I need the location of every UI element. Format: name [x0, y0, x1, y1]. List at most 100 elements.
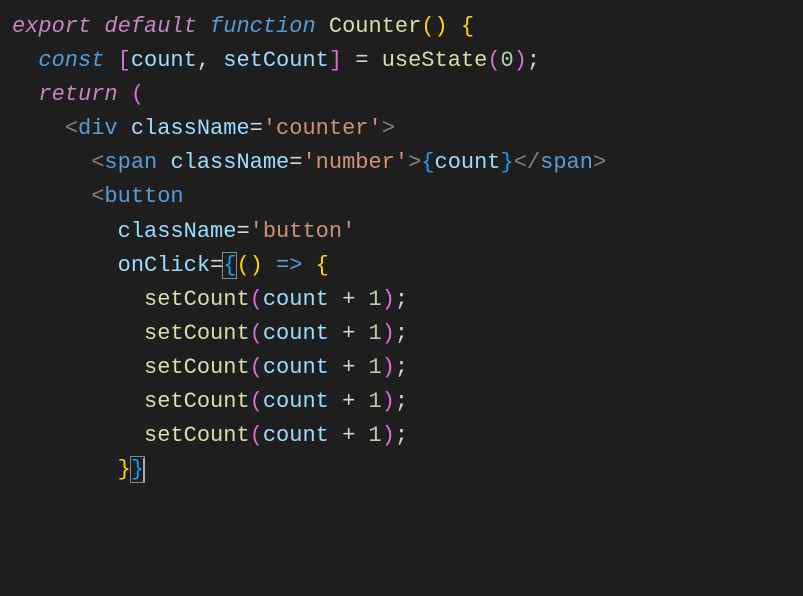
- function-call: setCount: [144, 389, 250, 414]
- code-line: className='button': [12, 215, 791, 249]
- arrow: =>: [276, 253, 302, 278]
- jsx-tag: span: [540, 150, 593, 175]
- number-literal: 1: [368, 321, 381, 346]
- code-line: return (: [12, 78, 791, 112]
- tag-close: >: [382, 116, 395, 141]
- comma: ,: [197, 48, 210, 73]
- paren: (: [250, 355, 263, 380]
- tag-close: >: [593, 150, 606, 175]
- keyword-return: return: [38, 82, 117, 107]
- jsx-tag: span: [104, 150, 157, 175]
- variable: count: [435, 150, 501, 175]
- paren: ): [382, 355, 395, 380]
- number-literal: 1: [368, 287, 381, 312]
- brace: {: [461, 14, 474, 39]
- semicolon: ;: [395, 389, 408, 414]
- operator: +: [342, 389, 355, 414]
- code-line: onClick={() => {: [12, 249, 791, 283]
- operator: +: [342, 423, 355, 448]
- semicolon: ;: [395, 355, 408, 380]
- semicolon: ;: [395, 321, 408, 346]
- number-literal: 0: [501, 48, 514, 73]
- paren: ): [382, 321, 395, 346]
- number-literal: 1: [368, 355, 381, 380]
- code-line: setCount(count + 1);: [12, 385, 791, 419]
- keyword-export: export: [12, 14, 91, 39]
- operator: +: [342, 321, 355, 346]
- code-line: setCount(count + 1);: [12, 283, 791, 317]
- paren: ): [382, 423, 395, 448]
- jsx-expr-open: {: [421, 150, 434, 175]
- semicolon: ;: [395, 423, 408, 448]
- number-literal: 1: [368, 423, 381, 448]
- tag-open: <: [65, 116, 78, 141]
- bracket: [: [118, 48, 131, 73]
- paren: (: [236, 253, 249, 278]
- variable: count: [263, 287, 329, 312]
- variable: count: [263, 389, 329, 414]
- number-literal: 1: [368, 389, 381, 414]
- variable: count: [131, 48, 197, 73]
- string-literal: 'number': [302, 150, 408, 175]
- equals: =: [236, 219, 249, 244]
- paren: (: [250, 287, 263, 312]
- paren: (: [131, 82, 144, 107]
- variable: count: [263, 355, 329, 380]
- paren: (: [487, 48, 500, 73]
- paren: (: [250, 389, 263, 414]
- function-call: setCount: [144, 287, 250, 312]
- brace: {: [316, 253, 329, 278]
- function-call: useState: [382, 48, 488, 73]
- paren: (: [250, 423, 263, 448]
- code-line: setCount(count + 1);: [12, 317, 791, 351]
- operator: +: [342, 287, 355, 312]
- equals: =: [289, 150, 302, 175]
- function-call: setCount: [144, 355, 250, 380]
- code-line: <span className='number'>{count}</span>: [12, 146, 791, 180]
- code-line: <button: [12, 180, 791, 214]
- jsx-tag: div: [78, 116, 118, 141]
- tag-open: </: [514, 150, 540, 175]
- code-line: <div className='counter'>: [12, 112, 791, 146]
- tag-open: <: [91, 184, 104, 209]
- variable: count: [263, 423, 329, 448]
- code-line: setCount(count + 1);: [12, 351, 791, 385]
- keyword-function: function: [210, 14, 316, 39]
- keyword-const: const: [38, 48, 104, 73]
- jsx-attr: className: [118, 219, 237, 244]
- paren: (: [250, 321, 263, 346]
- jsx-expr-close: }: [501, 150, 514, 175]
- variable: count: [263, 321, 329, 346]
- brace: }: [118, 457, 131, 482]
- code-line: const [count, setCount] = useState(0);: [12, 44, 791, 78]
- code-line: setCount(count + 1);: [12, 419, 791, 453]
- keyword-default: default: [104, 14, 196, 39]
- tag-open: <: [91, 150, 104, 175]
- code-editor[interactable]: export default function Counter() { cons…: [12, 10, 791, 487]
- paren: ): [435, 14, 448, 39]
- function-name: Counter: [329, 14, 421, 39]
- function-call: setCount: [144, 423, 250, 448]
- semicolon: ;: [395, 287, 408, 312]
- jsx-tag: button: [104, 184, 183, 209]
- semicolon: ;: [527, 48, 540, 73]
- function-call: setCount: [144, 321, 250, 346]
- paren: ): [382, 287, 395, 312]
- equals: =: [250, 116, 263, 141]
- paren: (: [421, 14, 434, 39]
- operator: =: [355, 48, 368, 73]
- operator: +: [342, 355, 355, 380]
- code-line: export default function Counter() {: [12, 10, 791, 44]
- paren: ): [514, 48, 527, 73]
- paren: ): [250, 253, 263, 278]
- variable: setCount: [223, 48, 329, 73]
- bracket: ]: [329, 48, 342, 73]
- jsx-attr: className: [170, 150, 289, 175]
- paren: ): [382, 389, 395, 414]
- jsx-attr: className: [131, 116, 250, 141]
- string-literal: 'counter': [263, 116, 382, 141]
- code-line: }}: [12, 453, 791, 487]
- text-cursor: [143, 458, 145, 482]
- jsx-attr: onClick: [118, 253, 210, 278]
- tag-close: >: [408, 150, 421, 175]
